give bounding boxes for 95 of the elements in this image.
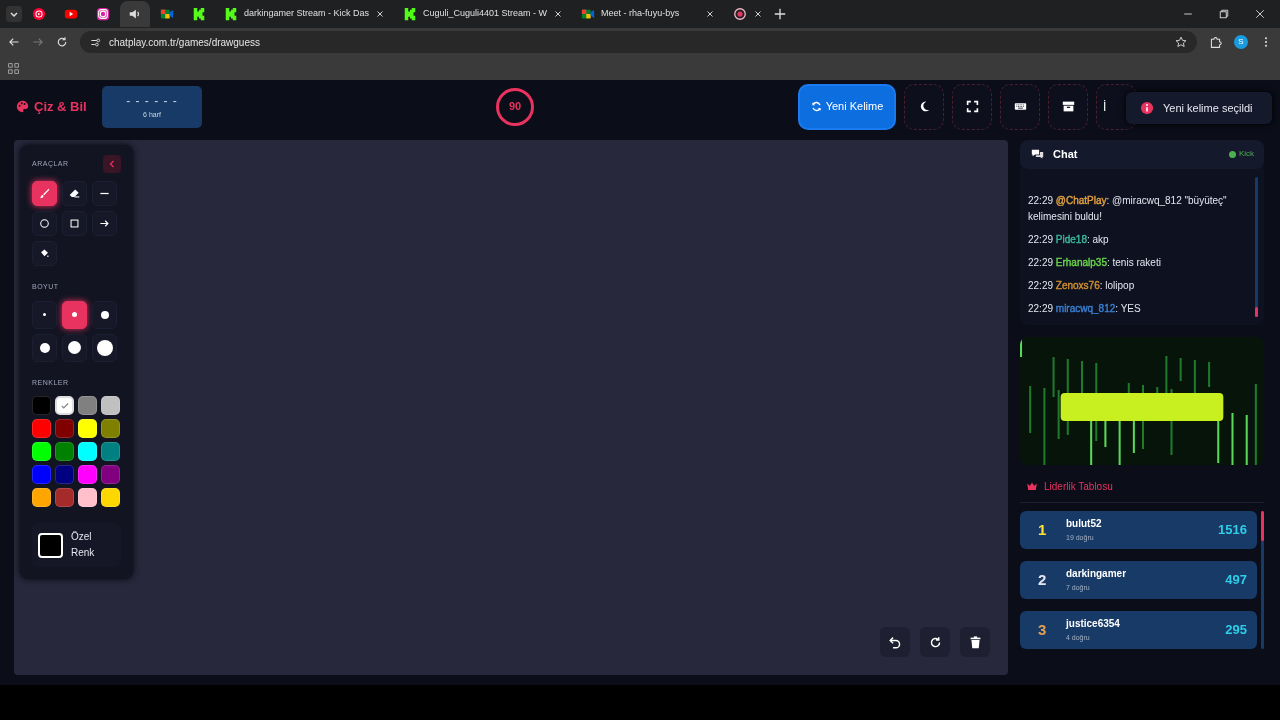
keyboard-icon [1013, 100, 1027, 113]
circle-tool[interactable] [32, 211, 57, 236]
record-icon [733, 7, 748, 21]
archive-button[interactable] [1048, 83, 1088, 130]
fullscreen-icon [965, 100, 979, 113]
video-icon [64, 7, 78, 21]
collapse-button[interactable] [103, 155, 121, 173]
site-settings-icon[interactable] [90, 36, 101, 48]
player-score: 1516 [1218, 521, 1247, 540]
chevron-left-icon [108, 160, 116, 168]
browser-tab[interactable]: darkingamer Stream - Kick Das [216, 1, 394, 27]
k-logo-icon [403, 7, 418, 21]
info-icon [1140, 100, 1154, 115]
redo-icon [928, 635, 942, 649]
paint-bucket-icon [39, 248, 50, 259]
player-name: bulut52 [1066, 517, 1103, 532]
rank-number: 1 [1038, 519, 1048, 540]
brush-icon [39, 188, 50, 199]
rank-number: 2 [1038, 569, 1048, 590]
browser-tab[interactable]: Meet - rha-fuyu-bys [573, 1, 724, 27]
browser-tab[interactable]: Cuguli_Cuguli4401 Stream - W [395, 1, 572, 27]
redo-button[interactable] [920, 627, 950, 657]
player-score: 497 [1225, 571, 1247, 590]
forward-icon[interactable] [32, 36, 44, 48]
eraser-icon [69, 188, 80, 199]
camera-icon [96, 7, 110, 21]
circle-icon [39, 218, 50, 229]
chat-message: 22:29 Erhanalp35: tenis raketi [1028, 256, 1162, 270]
leaderboard-title: Liderlik Tablosu [1044, 480, 1113, 494]
rank-number: 3 [1038, 619, 1048, 640]
new-word-button[interactable]: Yeni Kelime [798, 83, 896, 130]
chat-message: 22:29 Zenoxs76: lolipop [1028, 279, 1136, 293]
player-score: 295 [1225, 621, 1247, 640]
word-mask: - - - - - - [126, 93, 178, 111]
new-tab-icon[interactable] [773, 7, 788, 21]
refresh-icon [810, 101, 822, 112]
check-icon [59, 400, 70, 411]
k-logo-icon [224, 7, 238, 21]
brush-size-button[interactable] [62, 333, 87, 362]
address-bar[interactable]: chatplay.com.tr/games/drawguess [80, 31, 1197, 53]
star-icon[interactable] [1175, 36, 1187, 48]
scrollbar-thumb[interactable] [1255, 307, 1258, 317]
video-call-icon [581, 7, 596, 21]
palette-icon [16, 100, 29, 113]
chat-message: 22:29 @ChatPlay: @miracwq_812 "büyüteç" kelimesini buldu! [1028, 194, 1228, 224]
keyboard-button[interactable] [1000, 83, 1040, 130]
custom-color-picker[interactable]: Özel Renk [32, 523, 121, 567]
close-icon[interactable] [553, 9, 564, 19]
brush-size-button[interactable] [62, 300, 87, 329]
color-swatch[interactable] [55, 396, 74, 415]
trash-icon [968, 635, 982, 649]
custom-color-label: Özel Renk [71, 530, 96, 560]
undo-button[interactable] [880, 627, 910, 657]
trash-button[interactable] [960, 627, 990, 657]
close-icon[interactable] [753, 9, 764, 19]
square-icon [69, 218, 80, 229]
crown-icon [1026, 481, 1038, 492]
close-icon[interactable] [705, 9, 716, 19]
apps-grid-icon[interactable] [8, 62, 19, 74]
brush-size-button[interactable] [92, 300, 117, 329]
chat-bubbles-icon [1030, 147, 1045, 161]
player-name: darkingamer [1066, 567, 1128, 582]
video-call-icon [160, 7, 174, 21]
eraser-tool[interactable] [62, 181, 87, 206]
scrollbar-thumb[interactable] [1261, 511, 1264, 541]
music-icon [32, 7, 46, 21]
timer: 90 [496, 87, 534, 126]
puzzle-icon[interactable] [1209, 35, 1222, 49]
chat-message: 22:29 Pide18: akp [1028, 233, 1110, 247]
close-icon[interactable] [375, 9, 386, 19]
archive-icon [1061, 100, 1075, 113]
k-logo-icon [192, 7, 206, 21]
restore-icon[interactable] [1218, 8, 1230, 20]
close-icon[interactable] [1254, 8, 1266, 20]
brush-size-button[interactable] [32, 333, 57, 362]
chat-title: Chat [1053, 147, 1079, 162]
chat-source: Kick [1238, 148, 1254, 161]
back-icon[interactable] [8, 36, 20, 48]
reload-icon[interactable] [56, 36, 68, 48]
app-logo-text: Çiz & Bil [34, 97, 87, 116]
speaker-icon [128, 7, 142, 21]
url-text: chatplay.com.tr/games/drawguess [109, 35, 261, 50]
chat-message: 22:29 miracwq_812: YES [1028, 302, 1142, 316]
player-name: justice6354 [1066, 617, 1121, 632]
undo-icon [888, 635, 902, 649]
brush-size-button[interactable] [92, 333, 117, 362]
paint-bucket-tool[interactable] [32, 241, 57, 266]
fullscreen-button[interactable] [952, 83, 992, 130]
toast-message: Yeni kelime seçildi [1163, 100, 1253, 116]
arrow-icon [99, 218, 110, 229]
brush-tool[interactable] [32, 181, 57, 206]
tab-list-icon[interactable] [6, 6, 22, 22]
arrow-tool[interactable] [92, 211, 117, 236]
browser-tab[interactable] [120, 1, 150, 27]
square-tool[interactable] [62, 211, 87, 236]
